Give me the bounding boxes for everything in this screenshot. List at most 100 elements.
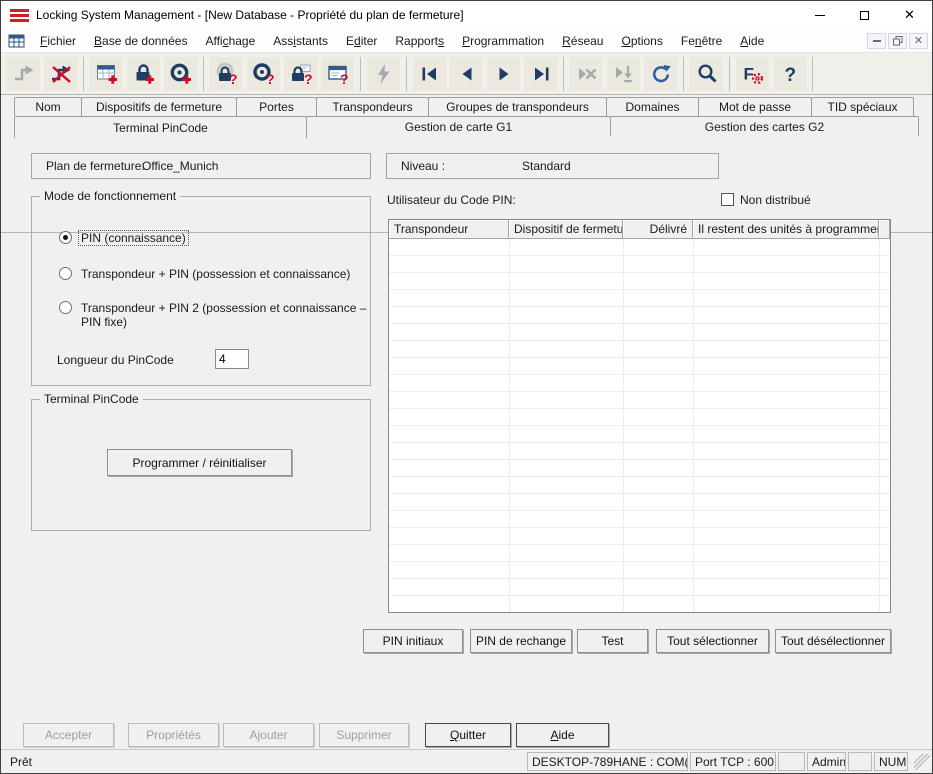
tab-terminal-pincode[interactable]: Terminal PinCode: [14, 116, 307, 138]
mdi-minimize-button[interactable]: [867, 32, 886, 49]
pin-length-label: Longueur du PinCode: [57, 353, 174, 367]
menu-item-programmation[interactable]: Programmation: [453, 31, 553, 51]
ajouter-button: Ajouter: [223, 723, 314, 747]
radio-icon[interactable]: [59, 301, 72, 314]
quitter-button[interactable]: Quitter: [425, 723, 511, 747]
minimize-button[interactable]: [797, 1, 842, 29]
mdi-close-icon: ✕: [913, 35, 924, 47]
read-transponder-button[interactable]: ?: [247, 56, 280, 91]
toolbar: ? ? ? ? F ?: [1, 53, 932, 95]
menu-item-rapports[interactable]: Rapports: [386, 31, 453, 51]
aide-button[interactable]: Aide: [516, 723, 609, 747]
filter-settings-icon: F: [743, 64, 763, 84]
mdi-controls: ✕: [867, 32, 928, 49]
read-window-icon: ?: [327, 65, 348, 86]
close-button[interactable]: ✕: [887, 1, 932, 29]
table-column-line: [693, 239, 694, 612]
table-column-line: [879, 239, 880, 612]
radio-option-1[interactable]: Transpondeur + PIN (possession et connai…: [59, 266, 353, 282]
tab-tid-speciaux[interactable]: TID spéciaux: [811, 97, 914, 116]
toolbar-separator: [729, 56, 730, 91]
last-record-button[interactable]: [524, 56, 557, 91]
previous-record-button[interactable]: [450, 56, 483, 91]
menu-item-assistants[interactable]: Assistants: [264, 31, 337, 51]
radio-icon[interactable]: [59, 267, 72, 280]
menu-item-aide[interactable]: Aide: [731, 31, 773, 51]
pin-user-table[interactable]: Transpondeur Dispositif de fermeture Déliv…: [388, 219, 891, 613]
new-lock-button[interactable]: [127, 56, 160, 91]
non-distribue-checkbox[interactable]: [721, 193, 734, 206]
toolbar-separator: [203, 56, 204, 91]
status-panel-2: [778, 752, 805, 771]
tab-transpondeurs[interactable]: Transpondeurs: [316, 97, 429, 116]
disconnect-button[interactable]: [44, 56, 77, 91]
tab-gestion-de-carte-g1[interactable]: Gestion de carte G1: [306, 116, 611, 136]
tab-gestion-des-cartes-g2[interactable]: Gestion des cartes G2: [610, 116, 919, 136]
new-transponder-icon: [170, 63, 191, 84]
search-button[interactable]: [690, 56, 723, 91]
column-header-0[interactable]: Transpondeur: [389, 220, 509, 238]
test-button[interactable]: Test: [577, 629, 648, 653]
column-header-3[interactable]: Il restent des unités à programmer: [693, 220, 879, 238]
tab-groupes-de-transpondeurs[interactable]: Groupes de transpondeurs: [428, 97, 607, 116]
new-transponder-button[interactable]: [164, 56, 197, 91]
help-button[interactable]: ?: [773, 56, 806, 91]
toolbar-separator: [83, 56, 84, 91]
table-column-line: [509, 239, 510, 612]
maximize-icon: [860, 10, 869, 20]
pin-de-rechange-button[interactable]: PIN de rechange: [470, 629, 572, 653]
app-window: Locking System Management - [New Databas…: [0, 0, 933, 774]
table-header: Transpondeur Dispositif de fermeture Déliv…: [389, 220, 890, 239]
tab-nom[interactable]: Nom: [14, 97, 82, 116]
menu-item-editer[interactable]: Editer: [337, 31, 386, 51]
status-panel-5: NUM: [874, 752, 908, 771]
status-panel-3: Admin: [807, 752, 846, 771]
maximize-button[interactable]: [842, 1, 887, 29]
tab-domaines[interactable]: Domaines: [606, 97, 699, 116]
resize-grip-icon[interactable]: [914, 753, 930, 770]
radio-option-2[interactable]: Transpondeur + PIN 2 (possession et conn…: [59, 300, 370, 330]
column-header-1[interactable]: Dispositif de fermeture: [509, 220, 623, 238]
terminal-group-title: Terminal PinCode: [40, 392, 143, 406]
pin-length-input[interactable]: [215, 349, 249, 369]
tout-selectionner-button[interactable]: Tout sélectionner: [656, 629, 769, 653]
pin-initiaux-button[interactable]: PIN initiaux: [363, 629, 463, 653]
tab-dispositifs-de-fermeture[interactable]: Dispositifs de fermeture: [81, 97, 237, 116]
svg-text:?: ?: [304, 71, 313, 86]
column-header-2[interactable]: Délivré: [623, 220, 693, 238]
tab-mot-de-passe[interactable]: Mot de passe: [698, 97, 812, 116]
menu-item-base-de-donnees[interactable]: Base de données: [85, 31, 196, 51]
radio-icon[interactable]: [59, 231, 72, 244]
first-record-icon: [422, 67, 436, 80]
programmer-reinitialiser-button[interactable]: Programmer / réinitialiser: [107, 449, 292, 476]
radio-option-0[interactable]: PIN (connaissance): [59, 230, 189, 246]
previous-record-icon: [462, 67, 471, 80]
mdi-restore-icon: [892, 35, 902, 45]
menu-item-fichier[interactable]: Fichier: [31, 31, 85, 51]
tab-portes[interactable]: Portes: [236, 97, 317, 116]
menu-item-options[interactable]: Options: [612, 31, 671, 51]
terminal-pincode-group: Terminal PinCode Programmer / réinitiali…: [31, 392, 371, 531]
filter-settings-button[interactable]: F: [736, 56, 769, 91]
proprietes-button: Propriétés: [128, 723, 219, 747]
new-locking-plan-button[interactable]: [90, 56, 123, 91]
tout-deselectionner-button[interactable]: Tout désélectionner: [775, 629, 891, 653]
next-record-icon: [499, 67, 508, 80]
mdi-close-button[interactable]: ✕: [909, 32, 928, 49]
menu-item-reseau[interactable]: Réseau: [553, 31, 612, 51]
read-window-button[interactable]: ?: [321, 56, 354, 91]
radio-label: Transpondeur + PIN (possession et connai…: [81, 267, 351, 281]
titlebar: Locking System Management - [New Databas…: [1, 1, 932, 29]
refresh-button[interactable]: [644, 56, 677, 91]
mdi-restore-button[interactable]: [888, 32, 907, 49]
document-icon[interactable]: [8, 33, 25, 49]
menu-item-fenetre[interactable]: Fenêtre: [672, 31, 731, 51]
plan-de-fermeture-field: Plan de fermeture: Office_Munich: [31, 153, 371, 179]
first-record-button[interactable]: [413, 56, 446, 91]
skip-to-end-button: [607, 56, 640, 91]
next-record-button[interactable]: [487, 56, 520, 91]
menu-item-affichage[interactable]: Affichage: [196, 31, 264, 51]
plan-de-fermeture-value: Office_Munich: [142, 159, 219, 173]
read-lock-g1-button[interactable]: ?: [284, 56, 317, 91]
read-lock-button[interactable]: ?: [210, 56, 243, 91]
